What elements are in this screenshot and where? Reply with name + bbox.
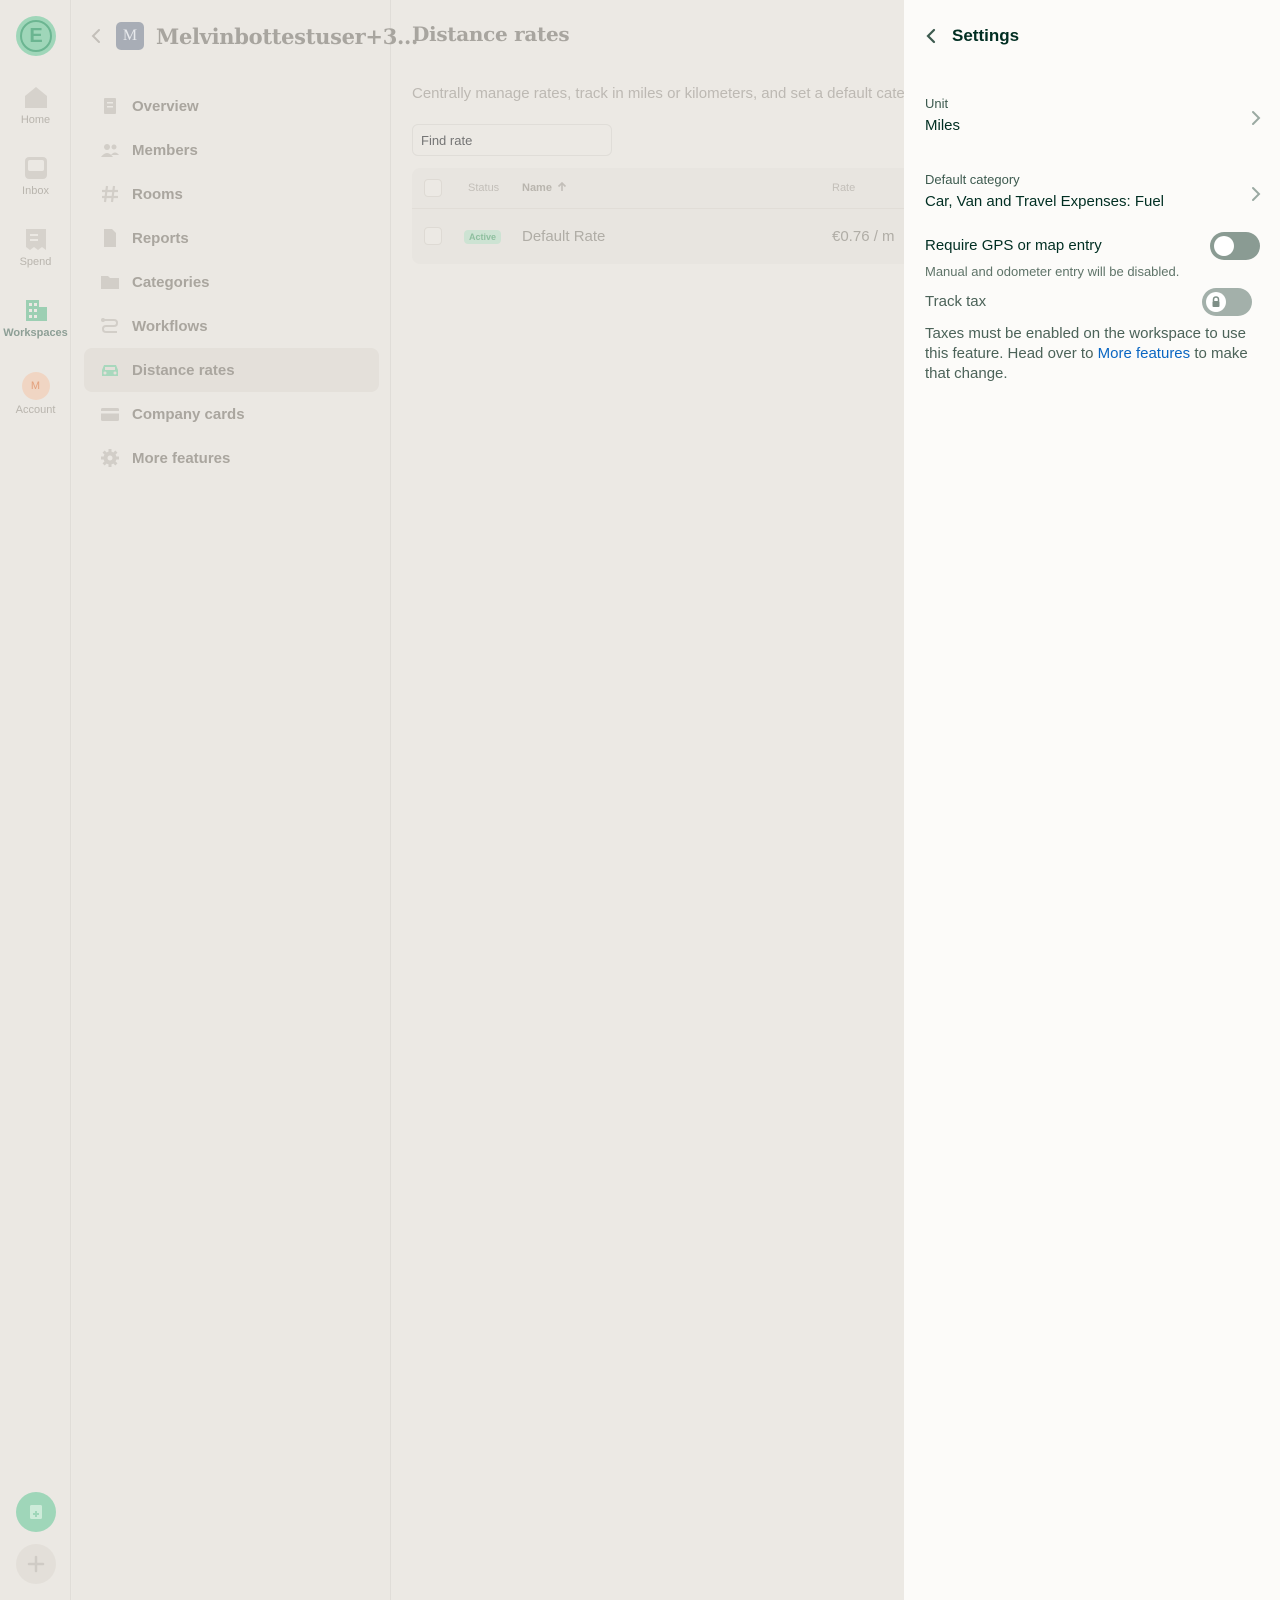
- building-icon: [25, 300, 47, 321]
- inbox-icon: [24, 157, 47, 179]
- rate-value: €0.76 / m: [832, 228, 895, 245]
- gps-hint: Manual and odometer entry will be disabl…: [925, 264, 1180, 279]
- unit-label: Unit: [925, 96, 949, 111]
- sidebar-item-label: Company cards: [132, 405, 245, 423]
- rate-name: Default Rate: [522, 228, 606, 245]
- rates-table: Status Name Rate Active Default Rate €0.…: [412, 168, 904, 264]
- workspace-name: Melvinbottestuser+3...: [156, 23, 419, 49]
- toggle-knob: [1206, 292, 1226, 312]
- page-title: Distance rates: [412, 22, 570, 46]
- sort-ascending-icon: [557, 181, 567, 191]
- rail-item-home[interactable]: Home: [0, 84, 71, 126]
- search-input[interactable]: [412, 124, 612, 156]
- home-icon: [24, 87, 47, 108]
- column-header-name-label: Name: [522, 182, 552, 194]
- gps-label: Require GPS or map entry: [925, 237, 1102, 254]
- toggle-knob: [1214, 236, 1234, 256]
- track-tax-label: Track tax: [925, 293, 987, 310]
- receipt-icon: [25, 229, 46, 250]
- rail-label-account: Account: [15, 404, 56, 416]
- gps-toggle[interactable]: [1210, 232, 1260, 260]
- sidebar-item-label: Workflows: [132, 317, 208, 335]
- track-tax-toggle[interactable]: [1202, 288, 1252, 316]
- plus-icon: [27, 1555, 45, 1573]
- nav-rail: E Home Inbox Spend Workspaces M Account: [0, 0, 71, 1600]
- sidebar-item-company-cards[interactable]: Company cards: [84, 392, 379, 436]
- default-category-label: Default category: [925, 172, 1020, 187]
- hashtag-icon: [102, 185, 118, 203]
- rail-item-inbox[interactable]: Inbox: [0, 155, 71, 197]
- sidebar-item-label: Reports: [132, 229, 189, 247]
- more-features-link[interactable]: More features: [1098, 345, 1191, 362]
- back-chevron-icon[interactable]: [90, 28, 102, 44]
- back-arrow-icon[interactable]: [924, 28, 938, 44]
- logo-letter: E: [20, 20, 52, 52]
- unit-field[interactable]: Unit Miles: [904, 96, 1280, 160]
- sidebar-item-categories[interactable]: Categories: [84, 260, 379, 304]
- rail-label-home: Home: [20, 114, 51, 126]
- select-all-checkbox[interactable]: [424, 179, 442, 197]
- workspace-avatar: M: [116, 22, 144, 50]
- page-description: Centrally manage rates, track in miles o…: [412, 85, 904, 102]
- users-icon: [101, 144, 119, 157]
- new-expense-icon: [30, 1505, 42, 1519]
- column-header-name[interactable]: Name: [522, 168, 567, 208]
- credit-card-icon: [101, 408, 119, 421]
- sidebar-item-label: More features: [132, 449, 231, 467]
- panel-header: Settings: [924, 24, 1019, 48]
- gear-icon: [101, 449, 119, 467]
- sidebar-item-label: Overview: [132, 97, 199, 115]
- tax-note: Taxes must be enabled on the workspace t…: [925, 324, 1260, 384]
- chevron-right-icon: [1252, 187, 1261, 201]
- row-checkbox[interactable]: [424, 227, 442, 245]
- column-header-rate: Rate: [832, 182, 856, 194]
- sidebar-item-label: Distance rates: [132, 361, 235, 379]
- default-category-field[interactable]: Default category Car, Van and Travel Exp…: [904, 172, 1280, 236]
- workflow-icon: [101, 318, 119, 333]
- workspace-sidebar: M Melvinbottestuser+3... Overview Member…: [72, 0, 418, 1600]
- folder-icon: [101, 276, 119, 289]
- document-icon: [104, 98, 116, 114]
- sidebar-item-distance-rates[interactable]: Distance rates: [84, 348, 379, 392]
- distance-rates-page: Distance rates Centrally manage rates, t…: [392, 0, 904, 1600]
- lock-icon: [1212, 296, 1220, 307]
- report-icon: [104, 229, 116, 247]
- rail-label-inbox: Inbox: [22, 185, 49, 197]
- sidebar-item-reports[interactable]: Reports: [84, 216, 379, 260]
- rail-item-spend[interactable]: Spend: [0, 226, 71, 268]
- sidebar-item-workflows[interactable]: Workflows: [84, 304, 379, 348]
- unit-value: Miles: [925, 117, 961, 134]
- sidebar-item-more-features[interactable]: More features: [84, 436, 379, 480]
- sidebar-item-label: Members: [132, 141, 198, 159]
- sidebar-item-label: Categories: [132, 273, 210, 291]
- account-avatar: M: [21, 372, 50, 400]
- rail-item-workspaces[interactable]: Workspaces: [0, 297, 71, 339]
- rail-label-workspaces: Workspaces: [3, 327, 68, 339]
- settings-panel: Settings Unit Miles Default category Car…: [904, 0, 1280, 1600]
- create-expense-button[interactable]: [16, 1492, 56, 1532]
- default-category-value: Car, Van and Travel Expenses: Fuel: [925, 193, 1165, 210]
- divider: [412, 208, 904, 209]
- sidebar-item-label: Rooms: [132, 185, 183, 203]
- add-button[interactable]: [16, 1544, 56, 1584]
- column-header-status: Status: [468, 182, 500, 194]
- sidebar-item-rooms[interactable]: Rooms: [84, 172, 379, 216]
- sidebar-item-members[interactable]: Members: [84, 128, 379, 172]
- expensify-logo[interactable]: E: [16, 16, 56, 56]
- sidebar-item-overview[interactable]: Overview: [84, 84, 379, 128]
- rail-item-account[interactable]: M Account: [0, 372, 71, 416]
- workspace-header: M Melvinbottestuser+3...: [90, 20, 418, 52]
- rail-label-spend: Spend: [19, 256, 52, 268]
- chevron-right-icon: [1252, 111, 1261, 125]
- status-badge: Active: [464, 230, 502, 244]
- panel-title: Settings: [952, 26, 1020, 45]
- car-icon: [102, 365, 118, 376]
